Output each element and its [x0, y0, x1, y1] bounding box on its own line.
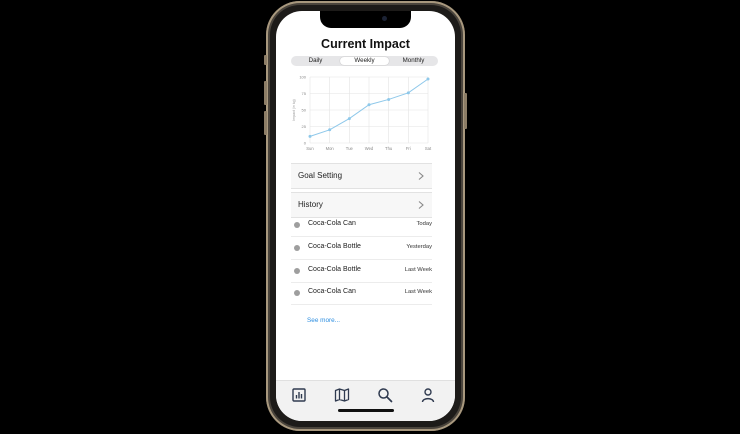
- item-dot: [294, 268, 300, 274]
- data-point: [347, 117, 351, 121]
- chevron-right-icon: [418, 201, 424, 209]
- item-dot: [294, 245, 300, 251]
- bar-chart-icon[interactable]: [291, 387, 307, 403]
- chevron-right-icon: [418, 172, 424, 180]
- data-point: [308, 134, 312, 138]
- tab-bar: [276, 380, 455, 421]
- item-time: Yesterday: [406, 244, 432, 250]
- item-time: Today: [416, 221, 432, 227]
- goal-setting-label: Goal Setting: [298, 171, 343, 180]
- phone-frame: Current Impact Daily Weekly Monthly 0 25 5…: [264, 1, 467, 431]
- map-icon[interactable]: [334, 387, 350, 403]
- item-name: Coca-Cola Bottle: [308, 266, 361, 273]
- x-tick-label: Wed: [365, 146, 374, 151]
- y-tick-label: 25: [302, 124, 307, 129]
- goal-setting-row[interactable]: Goal Setting: [291, 163, 432, 189]
- history-list-item[interactable]: Coca-Cola Can Today: [291, 214, 432, 237]
- volume-up-button: [264, 81, 267, 105]
- x-tick-label: Fri: [406, 146, 411, 151]
- camera: [382, 16, 387, 21]
- profile-icon[interactable]: [420, 387, 436, 403]
- history-list-item[interactable]: Coca-Cola Bottle Last Week: [291, 260, 432, 283]
- item-name: Coca-Cola Can: [308, 288, 356, 295]
- home-indicator: [338, 409, 394, 412]
- data-point: [387, 97, 391, 101]
- item-name: Coca-Cola Can: [308, 220, 356, 227]
- notch: [320, 11, 411, 28]
- item-dot: [294, 290, 300, 296]
- y-tick-label: 100: [299, 75, 306, 80]
- data-point: [328, 128, 332, 132]
- item-time: Last Week: [404, 267, 432, 273]
- x-tick-label: Mon: [326, 146, 335, 151]
- mute-switch: [264, 55, 267, 65]
- search-icon[interactable]: [377, 387, 393, 403]
- segment-monthly[interactable]: Monthly: [389, 56, 438, 66]
- side-button: [464, 93, 467, 129]
- history-list-item[interactable]: Coca-Cola Bottle Yesterday: [291, 237, 432, 260]
- y-tick-label: 75: [302, 91, 307, 96]
- segmented-control[interactable]: Daily Weekly Monthly: [291, 56, 438, 66]
- impact-line-chart: 0 25 50 75 100 Sun Mon Tue Wed Thu Fri Sat Impact (i…: [292, 75, 432, 152]
- history-label: History: [298, 200, 323, 209]
- volume-down-button: [264, 111, 267, 135]
- see-more-link[interactable]: See more...: [307, 317, 340, 324]
- page-title: Current Impact: [321, 37, 410, 51]
- x-tick-label: Thu: [385, 146, 393, 151]
- segment-daily[interactable]: Daily: [291, 56, 340, 66]
- x-tick-label: Sun: [306, 146, 314, 151]
- y-tick-label: 0: [304, 141, 307, 146]
- screen: Current Impact Daily Weekly Monthly 0 25 5…: [276, 11, 455, 421]
- item-time: Last Week: [404, 289, 432, 295]
- y-axis-label: Impact (in kg): [292, 99, 296, 121]
- x-tick-label: Tue: [346, 146, 354, 151]
- data-point: [367, 103, 371, 107]
- y-tick-label: 50: [302, 108, 307, 113]
- item-dot: [294, 222, 300, 228]
- item-name: Coca-Cola Bottle: [308, 243, 361, 250]
- data-point: [426, 77, 430, 81]
- x-tick-label: Sat: [425, 146, 432, 151]
- history-list-item[interactable]: Coca-Cola Can Last Week: [291, 282, 432, 305]
- data-point: [406, 91, 410, 95]
- segment-weekly[interactable]: Weekly: [340, 57, 389, 65]
